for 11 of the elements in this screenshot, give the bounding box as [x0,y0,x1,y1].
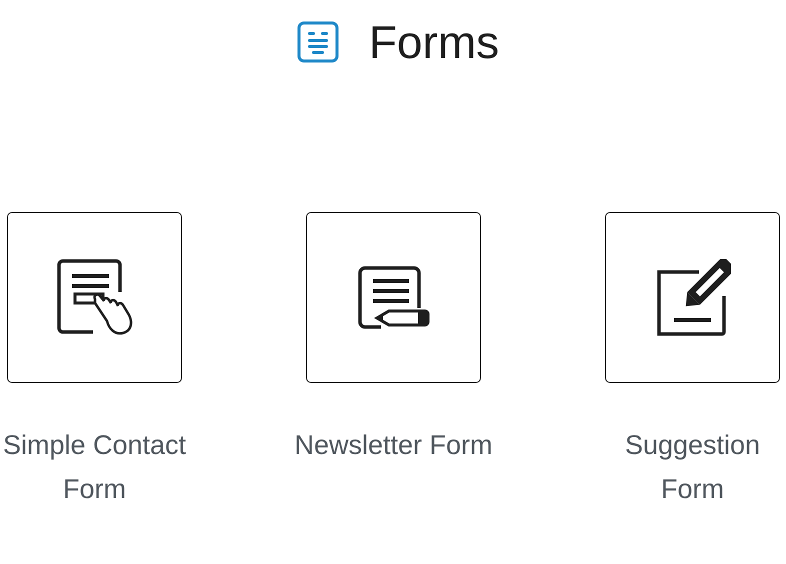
form-template-label: Suggestion Form [624,429,762,506]
form-template-button[interactable] [306,212,481,383]
page-title: Forms [368,16,500,68]
document-pencil-icon [356,264,430,330]
form-icon [296,21,339,63]
form-template-label: Simple Contact Form [2,429,188,506]
form-template-button[interactable] [7,212,182,383]
form-pointer-icon [56,258,132,336]
form-template-button[interactable] [605,212,780,383]
edit-square-icon [654,258,730,336]
form-template-label: Newsletter Form [294,429,494,462]
